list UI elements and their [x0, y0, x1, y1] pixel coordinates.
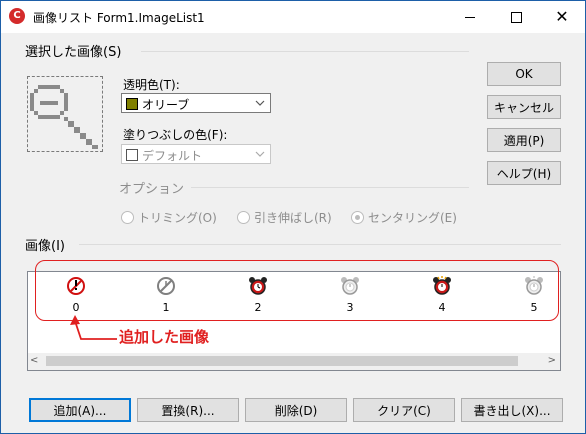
- transparent-color-value: オリーブ: [142, 98, 190, 112]
- chevron-down-icon: [255, 100, 265, 106]
- selected-image-group-label: 選択した画像(S): [25, 45, 122, 60]
- fill-color-value: デフォルト: [142, 149, 203, 163]
- minimize-button[interactable]: [447, 1, 493, 33]
- apply-button[interactable]: 適用(P): [487, 128, 561, 152]
- radio-centering[interactable]: センタリング(E): [351, 209, 457, 226]
- radio-stretch[interactable]: 引き伸ばし(R): [237, 209, 332, 226]
- group-divider: [191, 187, 469, 188]
- group-divider: [79, 244, 561, 245]
- scroll-left-icon[interactable]: <: [30, 355, 38, 366]
- annotation-highlight: [35, 260, 559, 321]
- replace-button[interactable]: 置換(R)...: [137, 398, 239, 422]
- horizontal-scrollbar[interactable]: < >: [28, 353, 560, 370]
- scrollbar-thumb[interactable]: [46, 356, 518, 366]
- close-button[interactable]: ✕: [539, 1, 585, 33]
- options-group-label: オプション: [119, 182, 185, 197]
- radio-trimming[interactable]: トリミング(O): [121, 209, 217, 226]
- maximize-button[interactable]: [493, 1, 539, 33]
- radio-label: センタリング(E): [368, 211, 457, 225]
- add-button[interactable]: 追加(A)...: [29, 398, 131, 422]
- app-icon[interactable]: C: [9, 8, 25, 24]
- radio-button: [237, 211, 250, 224]
- radio-button: [121, 211, 134, 224]
- fill-color-combo[interactable]: デフォルト: [121, 144, 271, 164]
- image-preview: [27, 76, 103, 152]
- magnifier-icon: [30, 85, 98, 149]
- close-icon: ✕: [555, 7, 569, 26]
- images-group-label: 画像(I): [25, 239, 65, 254]
- window-title: 画像リスト Form1.ImageList1: [33, 11, 205, 25]
- export-button[interactable]: 書き出し(X)...: [461, 398, 563, 422]
- image-list-dialog: C 画像リスト Form1.ImageList1 ✕ 選択した画像(S) 透明色…: [0, 0, 586, 434]
- clear-button[interactable]: クリア(C): [353, 398, 455, 422]
- cancel-button[interactable]: キャンセル: [487, 95, 561, 119]
- radio-button: [351, 211, 364, 224]
- group-divider: [141, 51, 469, 52]
- scroll-right-icon[interactable]: >: [548, 355, 556, 366]
- radio-label: トリミング(O): [138, 211, 217, 225]
- annotation-arrow-icon: [70, 315, 117, 340]
- minimize-icon: [465, 16, 475, 18]
- maximize-icon: [510, 11, 522, 23]
- annotation-label: 追加した画像: [119, 328, 210, 346]
- transparent-color-label: 透明色(T):: [123, 78, 180, 92]
- title-bar[interactable]: C 画像リスト Form1.ImageList1 ✕: [1, 1, 585, 33]
- fill-color-label: 塗りつぶしの色(F):: [123, 128, 228, 142]
- help-button[interactable]: ヘルプ(H): [487, 161, 561, 185]
- transparent-color-combo[interactable]: オリーブ: [121, 93, 271, 113]
- delete-button[interactable]: 削除(D): [245, 398, 347, 422]
- ok-button[interactable]: OK: [487, 62, 561, 86]
- color-swatch: [126, 149, 138, 161]
- radio-label: 引き伸ばし(R): [254, 211, 332, 225]
- color-swatch: [126, 98, 138, 110]
- chevron-down-icon: [255, 151, 265, 157]
